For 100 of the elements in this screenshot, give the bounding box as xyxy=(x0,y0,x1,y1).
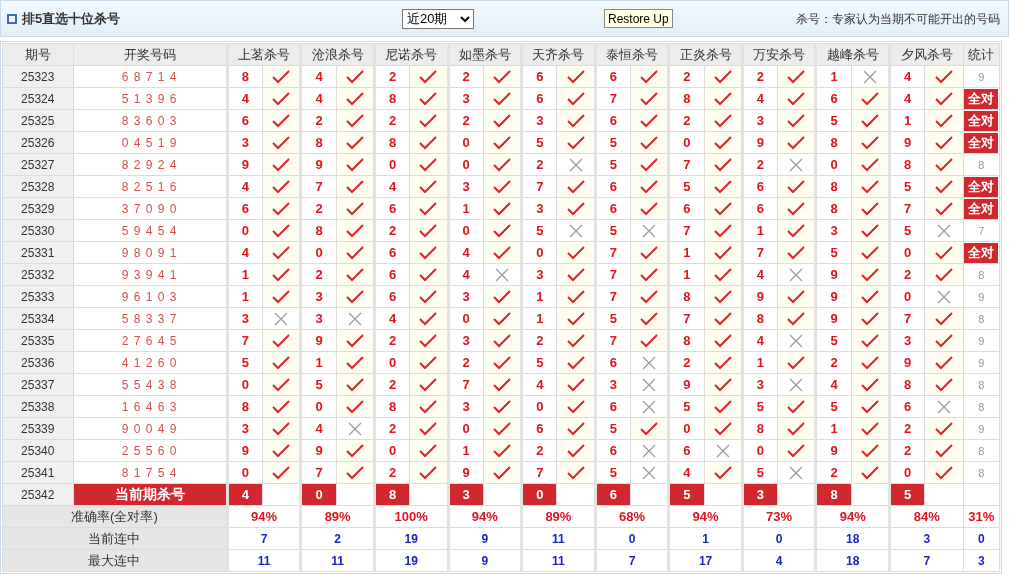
page-title: 排5直选十位杀号 xyxy=(22,9,122,28)
hit-count-text: 8 xyxy=(978,444,985,457)
kill-number-cell: 8 xyxy=(668,329,705,352)
kill-number-cell: 8 xyxy=(374,131,410,154)
kill-number-cell: 5 xyxy=(521,219,557,242)
kill-number-cell: 4 xyxy=(374,307,410,330)
kill-number-cell: 9 xyxy=(815,307,852,330)
all-correct-badge: 全对 xyxy=(964,132,999,153)
kill-number-cell: 7 xyxy=(595,87,631,110)
kill-number-cell: 6 xyxy=(595,109,631,132)
draw-number-cell: 3 7 0 9 0 xyxy=(73,197,228,220)
kill-number-cell: 3 xyxy=(448,175,484,198)
kill-number-cell: 0 xyxy=(889,285,925,308)
kill-number-cell: 5 xyxy=(595,417,631,440)
kill-number-cell: 1 xyxy=(227,263,263,286)
column-header: 越峰杀号 xyxy=(815,43,890,66)
kill-number-cell: 9 xyxy=(742,131,778,154)
period-cell: 25331 xyxy=(2,241,74,264)
kill-number-cell: 7 xyxy=(595,263,631,286)
streak-cell: 2 xyxy=(300,527,375,550)
kill-number-cell: 2 xyxy=(300,197,337,220)
kill-number-cell: 1 xyxy=(300,351,337,374)
current-kill-number: 4 xyxy=(227,483,263,506)
kill-number-cell: 2 xyxy=(815,461,852,484)
current-kill-number: 3 xyxy=(448,483,484,506)
hit-count-text: 9 xyxy=(978,334,985,347)
kill-number-cell: 3 xyxy=(227,131,263,154)
rate-cell: 94% xyxy=(815,505,890,528)
draw-number-cell: 2 7 6 4 5 xyxy=(73,329,228,352)
period-cell: 25329 xyxy=(2,197,74,220)
kill-number-cell: 4 xyxy=(889,65,925,88)
kill-number-cell: 8 xyxy=(300,131,337,154)
kill-number-cell: 0 xyxy=(889,241,925,264)
streak-cell: 19 xyxy=(374,549,449,572)
kill-number-cell: 6 xyxy=(521,87,557,110)
streak-cell: 1 xyxy=(668,527,743,550)
current-label-cell: 当前期杀号 xyxy=(73,483,228,506)
kill-number-cell: 2 xyxy=(742,153,778,176)
kill-number-cell: 6 xyxy=(815,87,852,110)
kill-number-cell: 8 xyxy=(227,65,263,88)
kill-number-cell: 5 xyxy=(815,395,852,418)
kill-number-cell: 5 xyxy=(815,329,852,352)
streak-cell: 11 xyxy=(521,549,596,572)
kill-number-cell: 1 xyxy=(448,439,484,462)
period-select[interactable]: 近20期 xyxy=(402,8,474,29)
restore-up-button[interactable]: Restore Up xyxy=(604,9,673,28)
draw-number-cell: 6 8 7 1 4 xyxy=(73,65,228,88)
hit-count-text: 9 xyxy=(978,70,985,83)
kill-number-cell: 0 xyxy=(227,461,263,484)
period-cell: 25327 xyxy=(2,153,74,176)
kill-number-cell: 6 xyxy=(742,197,778,220)
column-header: 如墨杀号 xyxy=(448,43,522,66)
period-cell: 25332 xyxy=(2,263,74,286)
kill-number-cell: 0 xyxy=(448,219,484,242)
kill-number-cell: 3 xyxy=(521,109,557,132)
kill-number-cell: 6 xyxy=(668,439,705,462)
draw-number-cell: 9 8 0 9 1 xyxy=(73,241,228,264)
kill-number-cell: 7 xyxy=(300,461,337,484)
kill-number-cell: 8 xyxy=(815,175,852,198)
column-header: 泰恒杀号 xyxy=(595,43,669,66)
draw-number-cell: 5 8 3 3 7 xyxy=(73,307,228,330)
kill-number-cell: 6 xyxy=(374,263,410,286)
streak-cell: 3 xyxy=(889,527,964,550)
kill-number-cell: 2 xyxy=(889,417,925,440)
kill-number-cell: 4 xyxy=(815,373,852,396)
kill-number-cell: 0 xyxy=(889,461,925,484)
hit-count-text: 8 xyxy=(978,158,985,171)
kill-number-cell: 0 xyxy=(448,307,484,330)
kill-number-cell: 7 xyxy=(742,241,778,264)
hit-count-text: 8 xyxy=(978,466,985,479)
kill-number-cell: 2 xyxy=(668,351,705,374)
kill-number-cell: 4 xyxy=(300,65,337,88)
hit-count-text: 9 xyxy=(978,422,985,435)
period-cell: 25326 xyxy=(2,131,74,154)
kill-number-cell: 4 xyxy=(521,373,557,396)
kill-number-cell: 7 xyxy=(300,175,337,198)
rate-cell: 89% xyxy=(300,505,375,528)
kill-number-cell: 2 xyxy=(668,65,705,88)
kill-number-cell: 3 xyxy=(742,373,778,396)
kill-number-cell: 4 xyxy=(227,87,263,110)
kill-number-cell: 5 xyxy=(521,131,557,154)
draw-number-cell: 5 9 4 5 4 xyxy=(73,219,228,242)
draw-number-cell: 8 1 7 5 4 xyxy=(73,461,228,484)
kill-number-cell: 0 xyxy=(300,241,337,264)
kill-number-cell: 0 xyxy=(374,351,410,374)
kill-number-cell: 2 xyxy=(300,109,337,132)
kill-number-cell: 5 xyxy=(815,241,852,264)
kill-number-cell: 3 xyxy=(815,219,852,242)
kill-number-cell: 0 xyxy=(448,131,484,154)
period-cell: 25339 xyxy=(2,417,74,440)
column-header: 正炎杀号 xyxy=(668,43,743,66)
draw-number-cell: 5 1 3 9 6 xyxy=(73,87,228,110)
current-kill-number: 3 xyxy=(742,483,778,506)
kill-number-cell: 9 xyxy=(668,373,705,396)
kill-number-cell: 9 xyxy=(300,439,337,462)
kill-number-cell: 6 xyxy=(668,197,705,220)
kill-number-cell: 3 xyxy=(448,329,484,352)
kill-number-cell: 6 xyxy=(595,351,631,374)
kill-number-cell: 4 xyxy=(448,263,484,286)
kill-number-cell: 0 xyxy=(227,219,263,242)
